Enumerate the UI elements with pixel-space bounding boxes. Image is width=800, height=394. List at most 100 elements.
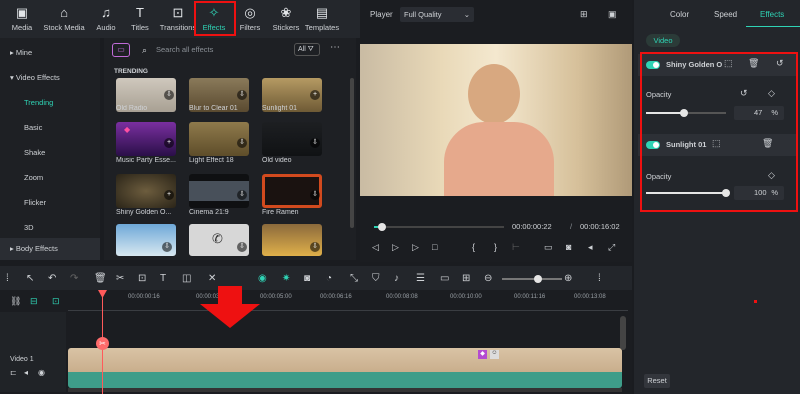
effect-row-shiny-golden[interactable]: Shiny Golden O ⬚ 🗑 ↺ [638,54,798,76]
keyframe-icon[interactable]: ◇ [768,170,775,181]
nav-effects[interactable]: ✧ Effects [196,3,232,32]
add-icon[interactable]: + [310,90,320,100]
undo-icon[interactable]: ↶ [48,273,56,284]
zoom-in-icon[interactable]: ⊕ [564,273,572,284]
nav-filters[interactable]: ◎ Filters [232,3,268,32]
shield-icon[interactable]: ⛉ [372,273,380,284]
filter-dropdown[interactable]: All ⛛ [294,43,320,56]
redo-icon[interactable]: ↷ [70,273,78,284]
reset-icon[interactable]: ↺ [776,58,784,69]
grid-icon[interactable]: ⁞ [6,273,9,284]
adjust-icon[interactable]: ◫ [182,273,191,284]
delete-icon[interactable]: 🗑 [748,58,759,69]
folder-icon[interactable]: ⊏ [10,368,17,377]
sun-icon[interactable]: ✷ [282,273,290,284]
horizontal-scrollbar[interactable] [68,388,622,392]
eye-icon[interactable]: ◉ [38,368,45,377]
nav-transitions[interactable]: ⊡ Transitions [158,3,198,32]
list-icon[interactable]: ☰ [416,273,425,284]
tab-effects[interactable]: Effects [760,10,784,19]
sidebar-item-3d[interactable]: 3D [0,217,100,239]
monitor-icon[interactable]: ▭ [544,242,553,253]
stop-icon[interactable]: □ [432,242,437,252]
ai-icon[interactable]: ◉ [258,273,267,284]
reset-button[interactable]: Reset [644,374,670,388]
sidebar-item-basic[interactable]: Basic [0,117,100,139]
opacity-value[interactable]: 47% [734,106,784,120]
picture-view-icon[interactable]: ▣ [608,9,617,20]
insert-icon[interactable]: ⊞ [462,273,470,284]
mark-out-icon[interactable]: } [494,242,497,252]
sidebar-item-shake[interactable]: Shake [0,142,100,164]
snapshot-view-icon[interactable]: ⊞ [580,9,588,20]
keyframe-icon[interactable]: ◇ [768,88,775,99]
nav-titles[interactable]: T Titles [122,3,158,32]
nav-stickers[interactable]: ❀ Stickers [268,3,304,32]
reset-icon[interactable]: ↺ [740,88,748,99]
sidebar-item-body-effects[interactable]: ▸ Body Effects [0,238,100,260]
download-icon[interactable]: ⇩ [162,242,172,252]
volume-icon[interactable]: ◂ [588,242,593,253]
select-icon[interactable]: ↖ [26,273,34,284]
search-input[interactable]: Search all effects [156,45,286,57]
audio-icon[interactable]: ◂ [24,368,28,377]
zoom-slider[interactable] [502,275,562,283]
download-icon[interactable]: ⇩ [237,190,247,200]
snapshot-icon[interactable]: ◙ [304,273,310,284]
effect-toggle[interactable] [646,61,660,69]
monitor-icon[interactable]: ▭ [440,273,449,284]
tab-color[interactable]: Color [670,10,689,19]
video-chip[interactable]: Video [646,34,680,47]
quality-dropdown[interactable]: Full Quality ⌄ [400,7,474,22]
mask-icon[interactable]: ⬚ [712,138,721,149]
cut-icon[interactable]: ✂ [116,273,124,284]
opacity-value[interactable]: 100% [734,186,784,200]
download-icon[interactable]: ⇩ [164,90,174,100]
delete-icon[interactable]: 🗑 [94,273,107,284]
video-preview[interactable] [360,44,632,196]
transform-icon[interactable]: ⤡ [350,273,358,284]
sidebar-item-video-effects[interactable]: ▾ Video Effects [0,67,100,89]
tab-speed[interactable]: Speed [714,10,737,19]
mic-icon[interactable]: ♪ [394,273,399,284]
nav-audio[interactable]: ♫ Audio [88,3,124,32]
sidebar-item-zoom[interactable]: Zoom [0,167,100,189]
opacity-slider[interactable] [646,189,730,197]
text-icon[interactable]: T [160,273,166,284]
sidebar-item-mine[interactable]: ▸ Mine [0,42,100,64]
crop-icon[interactable]: ⊡ [138,273,146,284]
delete-icon[interactable]: 🗑 [762,138,773,149]
browser-scrollbar[interactable] [350,78,354,228]
playback-progress[interactable] [374,223,504,231]
nav-templates[interactable]: ▤ Templates [302,3,342,32]
more-options-icon[interactable]: ⋯ [330,42,340,53]
add-icon[interactable]: + [164,138,174,148]
magnet-icon[interactable]: ⊡ [52,296,60,307]
ai-effects-icon[interactable]: ▭ [112,43,130,57]
zoom-out-icon[interactable]: ⊖ [484,273,492,284]
effect-row-sunlight[interactable]: Sunlight 01 ⬚ 🗑 [638,134,798,156]
download-icon[interactable]: ⇩ [237,90,247,100]
camera-icon[interactable]: ◙ [566,242,571,252]
sidebar-item-trending[interactable]: Trending [0,92,100,114]
fullscreen-icon[interactable]: ⤢ [608,242,615,253]
split-marker-icon[interactable]: ✂ [96,337,109,350]
nav-stock-media[interactable]: ⌂ Stock Media [42,3,86,32]
download-icon[interactable]: ⇩ [237,242,247,252]
nav-media[interactable]: ▣ Media [4,3,40,32]
mark-in-icon[interactable]: { [472,242,475,252]
mask-icon[interactable]: ⬚ [724,58,733,69]
link-icon[interactable]: ⛓ [10,296,21,307]
opacity-slider[interactable] [646,109,726,117]
sidebar-item-flicker[interactable]: Flicker [0,192,100,214]
download-icon[interactable]: ⇩ [310,190,320,200]
download-icon[interactable]: ⇩ [237,138,247,148]
layout-icon[interactable]: ⁞ [598,273,601,284]
track-icon[interactable]: ⊟ [30,296,38,307]
speed-icon[interactable]: ◔ [326,273,332,284]
add-icon[interactable]: + [164,190,174,200]
split-icon[interactable]: ⊢ [512,242,520,253]
timeline-scrollbar[interactable] [620,316,626,350]
step-forward-icon[interactable]: ▷ [412,242,419,253]
effect-toggle[interactable] [646,141,660,149]
